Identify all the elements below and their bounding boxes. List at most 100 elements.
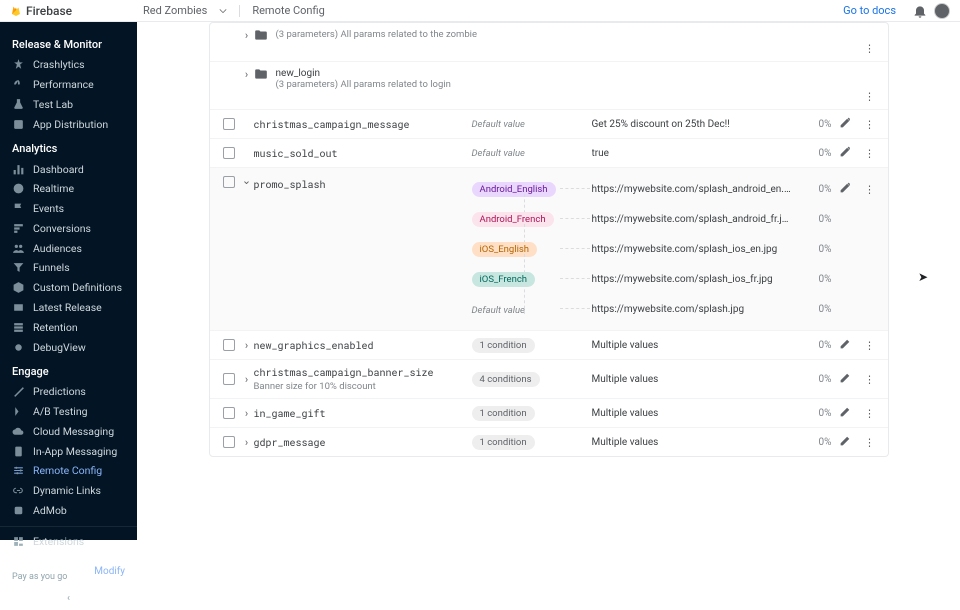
checkbox[interactable] [223,407,235,419]
param-row[interactable]: › new_graphics_enabled 1 condition Multi… [210,331,888,360]
sidebar-section-release: Release & Monitor [0,30,137,55]
avatar[interactable] [934,3,950,19]
sidebar-collapse[interactable]: ‹ [0,586,137,610]
sidebar-item-testlab[interactable]: Test Lab [0,95,137,115]
row-menu[interactable]: ⋮ [860,147,880,160]
condition-chip[interactable]: Android_French [472,212,554,227]
project-selector[interactable]: Red Zombies [143,4,207,17]
edit-button[interactable] [832,405,860,421]
sidebar-item-ab[interactable]: A/B Testing [0,402,137,422]
param-name: new_graphics_enabled [254,339,472,352]
edit-button[interactable] [832,181,860,197]
sidebar-item-extensions[interactable]: Extensions [0,526,137,551]
param-row[interactable]: › christmas_campaign_banner_sizeBanner s… [210,360,888,399]
sidebar-item-label: App Distribution [33,118,108,131]
param-value: https://mywebsite.com/splash_ios_fr.jpg [592,274,792,285]
fetch-pct: 0% [792,437,832,448]
pencil-icon [839,145,852,158]
row-menu[interactable]: ⋮ [860,436,880,449]
row-menu[interactable]: ⋮ [860,407,880,420]
sidebar-item-appdist[interactable]: App Distribution [0,114,137,134]
row-menu[interactable]: ⋮ [860,339,880,352]
expand-icon[interactable]: › [240,339,254,352]
edit-button[interactable] [832,337,860,353]
row-menu[interactable]: ⋮ [860,373,880,386]
sidebar-item-dashboard[interactable]: Dashboard [0,159,137,179]
bug-icon [12,341,25,354]
sidebar-item-label: In-App Messaging [33,445,117,458]
sidebar-item-label: Crashlytics [33,58,85,71]
condition-chip[interactable]: iOS_French [472,272,536,287]
sidebar-item-crashlytics[interactable]: Crashlytics [0,55,137,75]
expand-icon[interactable]: › [240,29,254,42]
sidebar-item-remoteconfig[interactable]: Remote Config [0,461,137,481]
row-menu[interactable]: ⋮ [860,118,880,131]
condition-chip[interactable]: iOS_English [472,242,538,257]
folder-icon [254,68,268,80]
breadcrumb: Red Zombies Remote Config [137,4,325,17]
checkbox[interactable] [223,147,235,159]
bell-icon[interactable] [912,3,928,19]
go-to-docs-link[interactable]: Go to docs [843,4,896,17]
release-icon [12,301,25,314]
sidebar-item-events[interactable]: Events [0,199,137,219]
condition-chip[interactable]: 1 condition [472,435,535,450]
modify-button[interactable]: Modify [94,566,125,577]
param-row[interactable]: christmas_campaign_message Default value… [210,110,888,139]
plan-sub: Pay as you go [12,572,67,582]
clock-icon [12,182,25,195]
condition-chip[interactable]: 4 conditions [472,372,540,387]
sidebar-section-analytics: Analytics [0,134,137,159]
edit-button[interactable] [832,145,860,161]
collapse-icon[interactable]: ⌄ [240,174,254,187]
sidebar-item-performance[interactable]: Performance [0,75,137,95]
admob-icon [12,504,25,517]
checkbox[interactable] [223,118,235,130]
sidebar-item-debugview[interactable]: DebugView [0,337,137,357]
expand-icon[interactable]: › [240,407,254,420]
checkbox[interactable] [223,339,235,351]
sidebar-item-dynlinks[interactable]: Dynamic Links [0,481,137,501]
sidebar-item-audiences[interactable]: Audiences [0,238,137,258]
pencil-icon [839,371,852,384]
fetch-pct: 0% [792,214,832,225]
sidebar-item-custom[interactable]: Custom Definitions [0,278,137,298]
folder-icon [254,29,268,41]
sidebar-item-cloudmsg[interactable]: Cloud Messaging [0,422,137,442]
sidebar-item-label: AdMob [33,504,67,517]
chevron-down-icon[interactable] [219,7,227,15]
row-menu[interactable]: ⋮ [860,183,880,196]
expand-icon[interactable]: › [240,68,254,81]
condition-chip[interactable]: 1 condition [472,406,535,421]
checkbox[interactable] [223,436,235,448]
sidebar-item-label: Predictions [33,385,86,398]
row-menu[interactable]: ⋮ [860,42,880,55]
expand-icon[interactable]: › [240,436,254,449]
sidebar-item-label: Conversions [33,222,91,235]
sidebar-item-funnels[interactable]: Funnels [0,258,137,278]
sidebar-item-conversions[interactable]: Conversions [0,218,137,238]
condition-chip[interactable]: Android_English [472,182,556,197]
param-row[interactable]: music_sold_out Default value true 0% ⋮ [210,139,888,168]
row-menu[interactable]: ⋮ [860,90,880,103]
param-row[interactable]: › gdpr_message 1 condition Multiple valu… [210,428,888,456]
sidebar-item-predictions[interactable]: Predictions [0,382,137,402]
sidebar-item-realtime[interactable]: Realtime [0,179,137,199]
edit-button[interactable] [832,434,860,450]
sidebar-item-retention[interactable]: Retention [0,317,137,337]
sidebar-item-admob[interactable]: AdMob [0,501,137,521]
param-value: https://mywebsite.com/splash_android_en.… [592,184,792,195]
checkbox[interactable] [223,373,235,385]
param-group-row[interactable]: › new_login (3 parameters) All params re… [210,62,888,110]
checkbox[interactable] [223,176,235,188]
param-row-expanded[interactable]: ⌄ promo_splash Android_English https://m… [210,168,888,331]
expand-icon[interactable]: › [240,373,254,386]
sidebar-item-latest[interactable]: Latest Release [0,298,137,318]
param-row[interactable]: › in_game_gift 1 condition Multiple valu… [210,399,888,428]
sidebar-item-inapp[interactable]: In-App Messaging [0,441,137,461]
brand[interactable]: Firebase [10,4,137,18]
condition-chip[interactable]: 1 condition [472,338,535,353]
edit-button[interactable] [832,116,860,132]
edit-button[interactable] [832,371,860,387]
param-group-row[interactable]: › (3 parameters) All params related to t… [210,23,888,62]
